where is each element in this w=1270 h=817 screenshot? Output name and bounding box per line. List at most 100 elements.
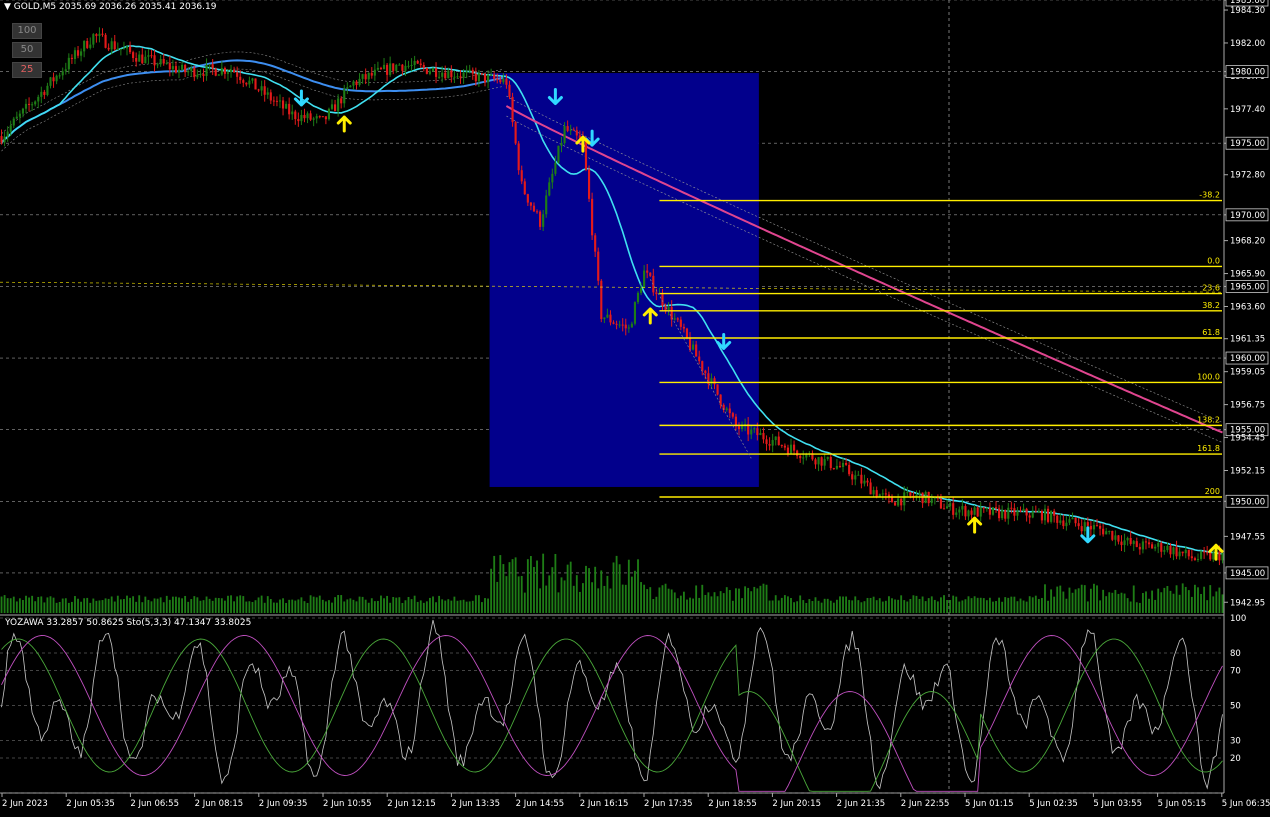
candle-body <box>661 293 664 306</box>
candle-body <box>939 498 943 509</box>
candle-body <box>692 344 695 350</box>
time-tick-label: 2 Jun 2023 <box>2 799 48 809</box>
osc-level-label: 50 <box>1230 702 1241 712</box>
volume-bar <box>725 587 728 613</box>
candle-body <box>474 73 477 82</box>
volume-bar <box>921 596 924 613</box>
candle-body <box>309 113 312 120</box>
candle-body <box>6 131 9 137</box>
volume-bar <box>869 597 872 613</box>
volume-bar <box>184 595 187 613</box>
volume-bar <box>395 597 398 613</box>
volume-bar <box>95 600 98 613</box>
candle-body <box>854 475 857 480</box>
candle-body <box>584 140 588 170</box>
candle-body <box>1074 517 1077 524</box>
volume-bar <box>973 596 976 613</box>
candle-body <box>838 465 842 467</box>
candle-body <box>147 55 150 57</box>
volume-bar <box>514 557 517 613</box>
candle-body <box>1007 507 1010 519</box>
volume-bar <box>1096 585 1098 613</box>
volume-bar <box>735 588 737 613</box>
volume-bar <box>370 598 373 613</box>
candle-body <box>881 493 884 495</box>
volume-bar <box>208 598 211 613</box>
candle-body <box>174 66 178 73</box>
volume-bar <box>575 575 578 613</box>
candle-body <box>64 69 67 72</box>
zoom-50-button[interactable]: 50 <box>12 42 42 58</box>
volume-bar <box>1145 591 1147 613</box>
candle-body <box>587 169 591 199</box>
volume-bar <box>410 599 413 613</box>
candle-body <box>447 70 450 79</box>
volume-bar <box>943 595 945 613</box>
candle-body <box>337 98 340 112</box>
volume-bar <box>563 580 566 613</box>
candle-body <box>1059 520 1062 523</box>
volume-bar <box>692 598 695 613</box>
volume-bar <box>777 600 780 613</box>
candle-body <box>31 104 34 106</box>
volume-bar <box>731 600 734 613</box>
volume-bar <box>328 600 330 613</box>
candle-body <box>3 136 6 143</box>
volume-bar <box>389 602 392 613</box>
candle-body <box>208 64 211 66</box>
candle-body <box>1040 511 1044 521</box>
candle-body <box>89 44 92 48</box>
candle-body <box>1105 531 1108 535</box>
candle-body <box>1102 528 1105 535</box>
volume-bar <box>279 599 281 613</box>
volume-bar <box>98 600 101 613</box>
candle-body <box>1010 507 1013 509</box>
volume-bar <box>1047 600 1049 613</box>
volume-bar <box>1105 596 1108 613</box>
candle-body <box>1144 541 1148 543</box>
candle-body <box>1221 552 1224 561</box>
candle-body <box>92 34 95 45</box>
chart-canvas[interactable]: -38.2 0.0 23.6 38.2 61.8 100.0 138.2 161.8 200 19… <box>0 0 1270 813</box>
volume-bar <box>468 601 471 613</box>
volume-bar <box>814 597 817 613</box>
volume-bar <box>156 598 159 613</box>
candle-body <box>860 474 863 484</box>
volume-bar <box>1041 597 1043 613</box>
candle-body <box>621 324 624 326</box>
symbol-quote: GOLD,M5 2035.69 2036.26 2035.41 2036.19 <box>13 2 217 12</box>
volume-bar <box>545 585 548 613</box>
candle-body <box>1071 517 1074 520</box>
candle-body <box>156 64 159 66</box>
volume-bar <box>499 555 502 613</box>
volume-bar <box>817 600 820 613</box>
candle-body <box>150 55 153 57</box>
volume-bar <box>6 598 9 613</box>
zoom-100-button[interactable]: 100 <box>12 23 42 39</box>
candle-body <box>1203 551 1206 553</box>
candle-body <box>1132 541 1135 544</box>
candle-body <box>627 327 630 329</box>
menu-triangle-icon[interactable]: ▼ <box>4 2 11 12</box>
volume-bar <box>187 601 190 613</box>
volume-bar <box>123 599 125 613</box>
price-tick-label: 1970.00 <box>1230 211 1265 221</box>
volume-bar <box>260 595 263 613</box>
ma-slow-envelope-upper <box>1 51 504 135</box>
volume-bar <box>193 596 196 613</box>
volume-bar <box>1200 593 1202 613</box>
volume-bar <box>661 585 664 613</box>
volume-bar <box>750 591 753 613</box>
candle-body <box>312 118 315 120</box>
volume-bar <box>1071 592 1074 613</box>
volume-bar <box>851 600 854 613</box>
volume-bar <box>86 597 89 613</box>
candle-body <box>994 507 998 509</box>
volume-bar <box>618 564 621 613</box>
candle-body <box>737 426 741 430</box>
volume-bar <box>61 598 64 613</box>
candle-body <box>46 85 49 95</box>
volume-bar <box>1215 591 1218 613</box>
chart-window[interactable]: -38.2 0.0 23.6 38.2 61.8 100.0 138.2 161.8 200 19… <box>0 0 1270 813</box>
zoom-25-button[interactable]: 25 <box>12 62 42 78</box>
